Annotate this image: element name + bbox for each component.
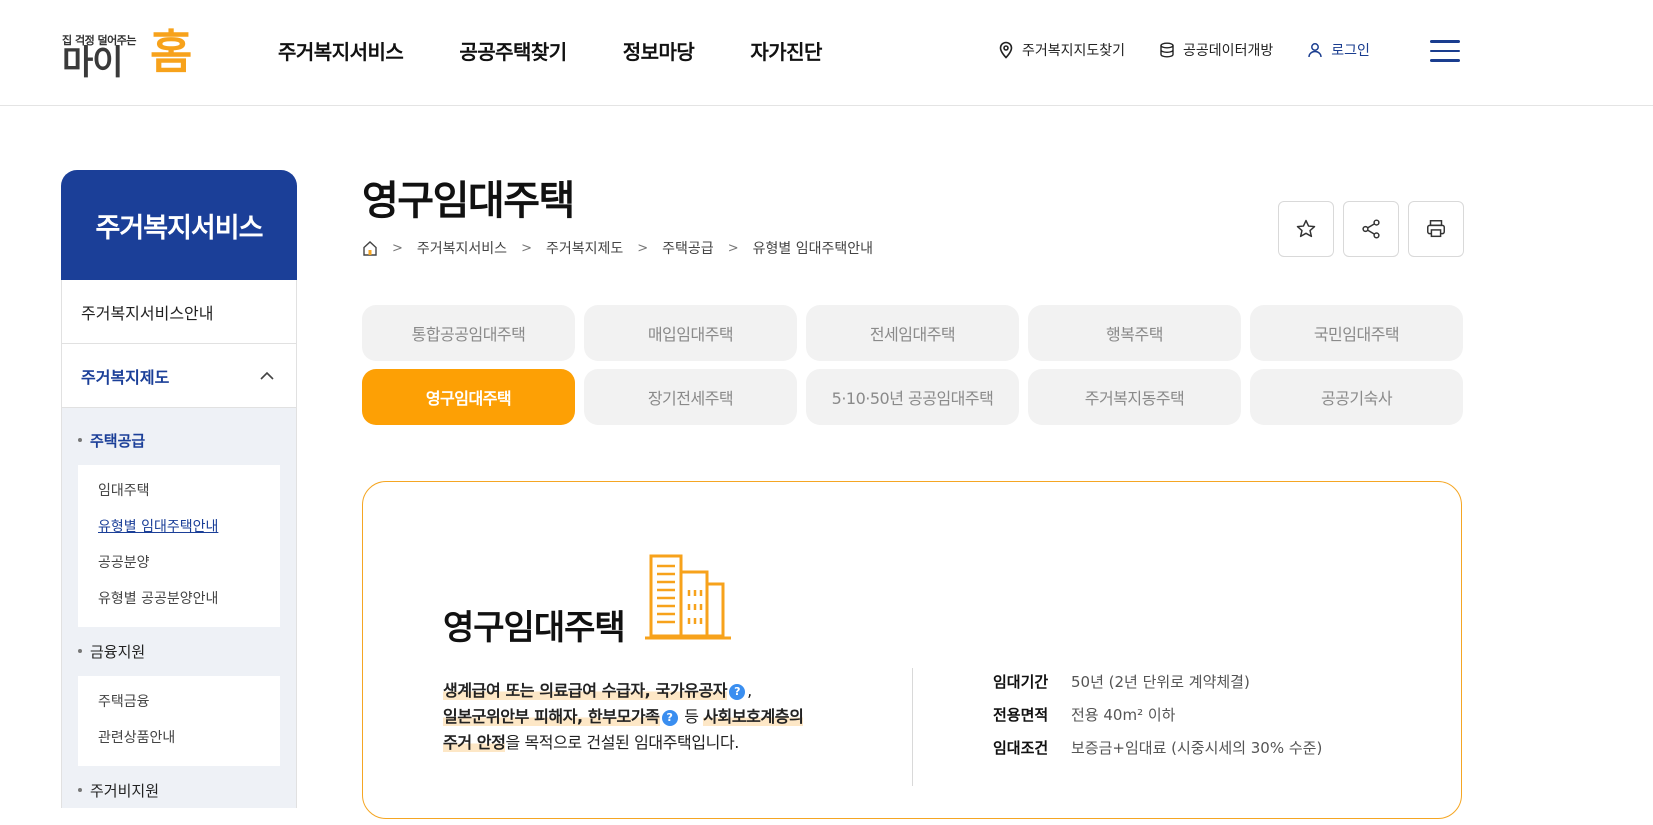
tab-public-dormitory[interactable]: 공공기숙사 — [1250, 369, 1463, 425]
home-icon[interactable] — [362, 240, 378, 256]
submenu-link[interactable]: 유형별 공공분양안내 — [98, 585, 260, 621]
breadcrumb-item[interactable]: 주택공급 — [662, 238, 714, 258]
breadcrumb: > 주거복지서비스 > 주거복지제도 > 주택공급 > 유형별 임대주택안내 — [362, 238, 873, 258]
utility-nav: 주거복지지도찾기 공공데이터개방 로그인 — [998, 40, 1404, 60]
site-header: 집 걱정 덜어주는 마이 홈 주거복지서비스 공공주택찾기 정보마당 자가진단 … — [0, 0, 1653, 106]
welfare-map-label: 주거복지지도찾기 — [1022, 43, 1126, 59]
sidebar-item-label: 주거복지서비스안내 — [81, 303, 214, 323]
info-row-area: 전용면적 전용 40m² 이하 — [993, 698, 1322, 731]
building-icon — [645, 554, 731, 640]
user-icon — [1308, 43, 1322, 58]
help-icon[interactable]: ? — [661, 709, 678, 726]
help-icon[interactable]: ? — [729, 683, 746, 700]
desc-text: 을 목적으로 건설된 임대주택입니다. — [505, 733, 739, 752]
sidebar: 주거복지서비스 주거복지서비스안내 주거복지제도 주택공급 임대주택 유형별 임… — [61, 170, 297, 825]
page-tools — [1278, 201, 1464, 257]
login-link[interactable]: 로그인 — [1307, 40, 1370, 60]
chevron-right-icon: > — [521, 240, 532, 256]
nav-self-diagnosis[interactable]: 자가진단 — [750, 36, 822, 65]
submenu-link[interactable]: 임대주택 — [98, 477, 260, 513]
submenu-group-housing-supply[interactable]: 주택공급 — [78, 430, 280, 451]
tab-jeonse-rental[interactable]: 전세임대주택 — [806, 305, 1019, 361]
divider — [912, 668, 913, 786]
info-key: 임대조건 — [993, 739, 1049, 757]
sidebar-item-service-guide[interactable]: 주거복지서비스안내 — [61, 280, 297, 344]
submenu-group-finance[interactable]: 금융지원 — [78, 641, 280, 662]
chevron-up-icon — [260, 371, 274, 380]
welfare-map-link[interactable]: 주거복지지도찾기 — [998, 40, 1125, 60]
submenu-link-current[interactable]: 유형별 임대주택안내 — [98, 513, 260, 549]
breadcrumb-item[interactable]: 주거복지서비스 — [417, 238, 507, 258]
submenu-group-housing-cost[interactable]: 주거비지원 — [78, 780, 280, 801]
share-button[interactable] — [1343, 201, 1399, 257]
tab-national-rental[interactable]: 국민임대주택 — [1250, 305, 1463, 361]
main-nav: 주거복지서비스 공공주택찾기 정보마당 자가진단 — [278, 36, 878, 65]
submenu-links-housing-supply: 임대주택 유형별 임대주택안내 공공분양 유형별 공공분양안내 — [78, 465, 280, 627]
submenu-links-finance: 주택금융 관련상품안내 — [78, 676, 280, 766]
chevron-right-icon: > — [637, 240, 649, 256]
tab-purchase-rental[interactable]: 매입임대주택 — [584, 305, 797, 361]
sidebar-item-label: 주거복지제도 — [81, 367, 170, 387]
sidebar-title: 주거복지서비스 — [61, 170, 297, 280]
logo-home: 홈 — [150, 25, 192, 79]
nav-public-housing-search[interactable]: 공공주택찾기 — [459, 36, 567, 65]
info-key: 전용면적 — [993, 706, 1049, 724]
favorite-button[interactable] — [1278, 201, 1334, 257]
sidebar-submenu: 주택공급 임대주택 유형별 임대주택안내 공공분양 유형별 공공분양안내 금융지… — [61, 408, 297, 808]
submenu-link[interactable]: 관련상품안내 — [98, 724, 260, 760]
housing-info-list: 임대기간 50년 (2년 단위로 계약체결) 전용면적 전용 40m² 이하 임… — [993, 665, 1322, 764]
database-icon — [1160, 42, 1174, 58]
card-description: 생계급여 또는 의료급여 수급자, 국가유공자?, 일본군위안부 피해자, 한부… — [443, 681, 804, 752]
info-row-rental-period: 임대기간 50년 (2년 단위로 계약체결) — [993, 665, 1322, 698]
submenu-link[interactable]: 공공분양 — [98, 549, 260, 585]
card-title: 영구임대주택 — [443, 608, 626, 648]
desc-highlight: 사회보호계층의 — [703, 707, 804, 726]
hamburger-menu-icon[interactable] — [1430, 40, 1460, 64]
site-logo[interactable]: 집 걱정 덜어주는 마이 홈 — [62, 24, 194, 80]
breadcrumb-item-current[interactable]: 유형별 임대주택안내 — [753, 238, 873, 258]
share-icon — [1362, 219, 1380, 239]
chevron-right-icon: > — [727, 240, 739, 256]
breadcrumb-item[interactable]: 주거복지제도 — [546, 238, 623, 258]
desc-highlight: 생계급여 또는 의료급여 수급자, 국가유공자 — [443, 681, 728, 700]
open-data-link[interactable]: 공공데이터개방 — [1159, 40, 1273, 60]
login-label: 로그인 — [1331, 43, 1370, 59]
star-icon — [1296, 219, 1316, 238]
tab-happy-housing[interactable]: 행복주택 — [1028, 305, 1241, 361]
submenu-link[interactable]: 주택금융 — [98, 688, 260, 724]
desc-text: 등 — [684, 707, 699, 726]
info-row-rental-condition: 임대조건 보증금+임대료 (시중시세의 30% 수준) — [993, 731, 1322, 764]
desc-highlight: 주거 안정 — [443, 733, 506, 752]
tab-long-term-jeonse[interactable]: 장기전세주택 — [584, 369, 797, 425]
info-value: 보증금+임대료 (시중시세의 30% 수준) — [1071, 739, 1323, 757]
info-value: 50년 (2년 단위로 계약체결) — [1071, 673, 1250, 691]
open-data-label: 공공데이터개방 — [1183, 43, 1274, 59]
housing-type-tabs: 통합공공임대주택 매입임대주택 전세임대주택 행복주택 국민임대주택 영구임대주… — [362, 305, 1463, 425]
logo-word: 마이 — [62, 43, 124, 83]
print-button[interactable] — [1408, 201, 1464, 257]
info-value: 전용 40m² 이하 — [1071, 706, 1176, 724]
page-title: 영구임대주택 — [362, 178, 575, 224]
printer-icon — [1427, 220, 1445, 238]
tab-welfare-complex-housing[interactable]: 주거복지동주택 — [1028, 369, 1241, 425]
info-key: 임대기간 — [993, 673, 1049, 691]
tab-permanent-rental[interactable]: 영구임대주택 — [362, 369, 575, 425]
tab-5-10-50-year-public-rental[interactable]: 5·10·50년 공공임대주택 — [806, 369, 1019, 425]
location-pin-icon — [999, 41, 1013, 59]
nav-housing-welfare-service[interactable]: 주거복지서비스 — [278, 36, 404, 65]
nav-info[interactable]: 정보마당 — [623, 36, 695, 65]
desc-highlight: 일본군위안부 피해자, 한부모가족 — [443, 707, 660, 726]
housing-info-card: 영구임대주택 생계급여 또는 의료급여 수급자, 국가유공자?, 일본군위안부 … — [362, 481, 1462, 819]
tab-integrated-public-rental[interactable]: 통합공공임대주택 — [362, 305, 575, 361]
chevron-right-icon: > — [392, 240, 403, 256]
sidebar-item-welfare-system[interactable]: 주거복지제도 — [61, 344, 297, 408]
